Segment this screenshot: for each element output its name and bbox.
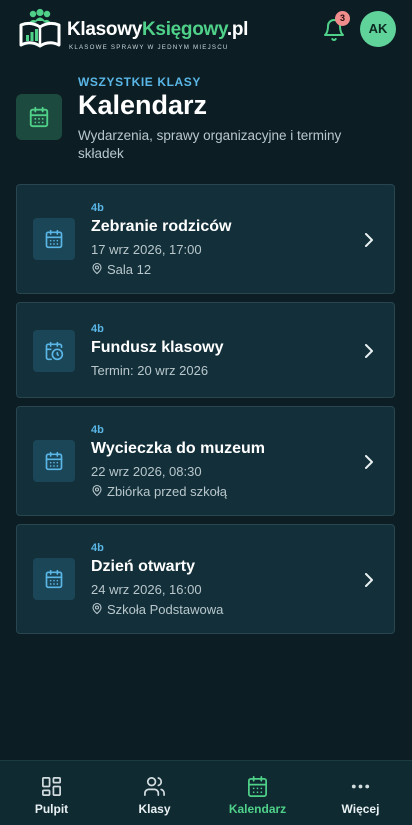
brand-name: KlasowyKsięgowy.pl (67, 19, 248, 41)
map-pin-icon (92, 484, 102, 497)
calendar-icon (29, 106, 49, 128)
bottom-nav: Pulpit Klasy Kalendarz Więcej (0, 760, 412, 825)
event-title: Fundusz klasowy (91, 339, 224, 356)
event-location: Zbiórka przed szkołą (91, 484, 227, 499)
event-icon-tile (33, 558, 75, 600)
brand-part-3: .pl (226, 19, 249, 40)
event-class: 4b (91, 542, 104, 554)
dashboard-icon (42, 777, 61, 796)
page-calendar-icon-tile (16, 94, 62, 140)
event-icon-tile (33, 330, 75, 372)
event-card[interactable]: 4b Fundusz klasowy Termin: 20 wrz 2026 (16, 302, 395, 398)
avatar[interactable]: AK (360, 11, 396, 47)
calendar-icon (248, 776, 267, 797)
logo-icon (19, 8, 61, 48)
event-class: 4b (91, 202, 104, 214)
map-pin-icon (92, 602, 102, 615)
page-overline: WSZYSTKIE KLASY (78, 75, 202, 89)
map-pin-icon (92, 262, 102, 275)
event-title: Zebranie rodziców (91, 218, 232, 235)
brand-part-2: Księgowy (142, 19, 227, 40)
event-title: Wycieczka do muzeum (91, 440, 265, 457)
chevron-right-icon (365, 573, 373, 587)
event-date: 17 wrz 2026, 17:00 (91, 242, 202, 257)
event-date: Termin: 20 wrz 2026 (91, 363, 209, 378)
nav-item-klasy[interactable]: Klasy (103, 761, 206, 825)
event-icon-tile (33, 218, 75, 260)
event-class: 4b (91, 424, 104, 436)
page-description: Wydarzenia, sprawy organizacyjne i termi… (78, 128, 342, 161)
event-location: Sala 12 (91, 262, 151, 277)
event-card[interactable]: 4b Zebranie rodziców 17 wrz 2026, 17:00 … (16, 184, 395, 294)
users-icon (144, 777, 165, 796)
nav-item-wiecej[interactable]: Więcej (309, 761, 412, 825)
calendar-icon (45, 451, 63, 471)
event-location: Szkoła Podstawowa (91, 602, 223, 617)
calendar-clock-icon (45, 341, 64, 361)
nav-label: Kalendarz (228, 802, 287, 816)
chevron-right-icon (365, 455, 373, 469)
calendar-icon (45, 229, 63, 249)
nav-label: Klasy (138, 802, 171, 816)
event-title: Dzień otwarty (91, 558, 196, 575)
event-date: 22 wrz 2026, 08:30 (91, 464, 202, 479)
event-location-text: Zbiórka przed szkołą (107, 484, 227, 499)
event-class: 4b (91, 323, 104, 335)
event-date: 24 wrz 2026, 16:00 (91, 582, 202, 597)
calendar-icon (45, 569, 63, 589)
notification-badge: 3 (335, 11, 350, 26)
nav-label: Pulpit (34, 802, 69, 816)
event-icon-tile (33, 440, 75, 482)
nav-item-kalendarz[interactable]: Kalendarz (206, 761, 309, 825)
chevron-right-icon (365, 344, 373, 358)
logo[interactable]: KlasowyKsięgowy.pl KLASOWE SPRAWY W JEDN… (18, 8, 248, 54)
brand-part-1: Klasowy (67, 19, 142, 40)
chevron-right-icon (365, 233, 373, 247)
nav-label: Więcej (341, 802, 380, 816)
tagline: KLASOWE SPRAWY W JEDNYM MIEJSCU (69, 44, 229, 51)
page-title: Kalendarz (78, 90, 208, 120)
event-card[interactable]: 4b Dzień otwarty 24 wrz 2026, 16:00 Szko… (16, 524, 395, 634)
event-card[interactable]: 4b Wycieczka do muzeum 22 wrz 2026, 08:3… (16, 406, 395, 516)
nav-item-pulpit[interactable]: Pulpit (0, 761, 103, 825)
event-location-text: Szkoła Podstawowa (107, 602, 224, 617)
event-location-text: Sala 12 (107, 262, 152, 277)
app-header: KlasowyKsięgowy.pl KLASOWE SPRAWY W JEDN… (0, 0, 412, 62)
more-icon (351, 784, 370, 789)
